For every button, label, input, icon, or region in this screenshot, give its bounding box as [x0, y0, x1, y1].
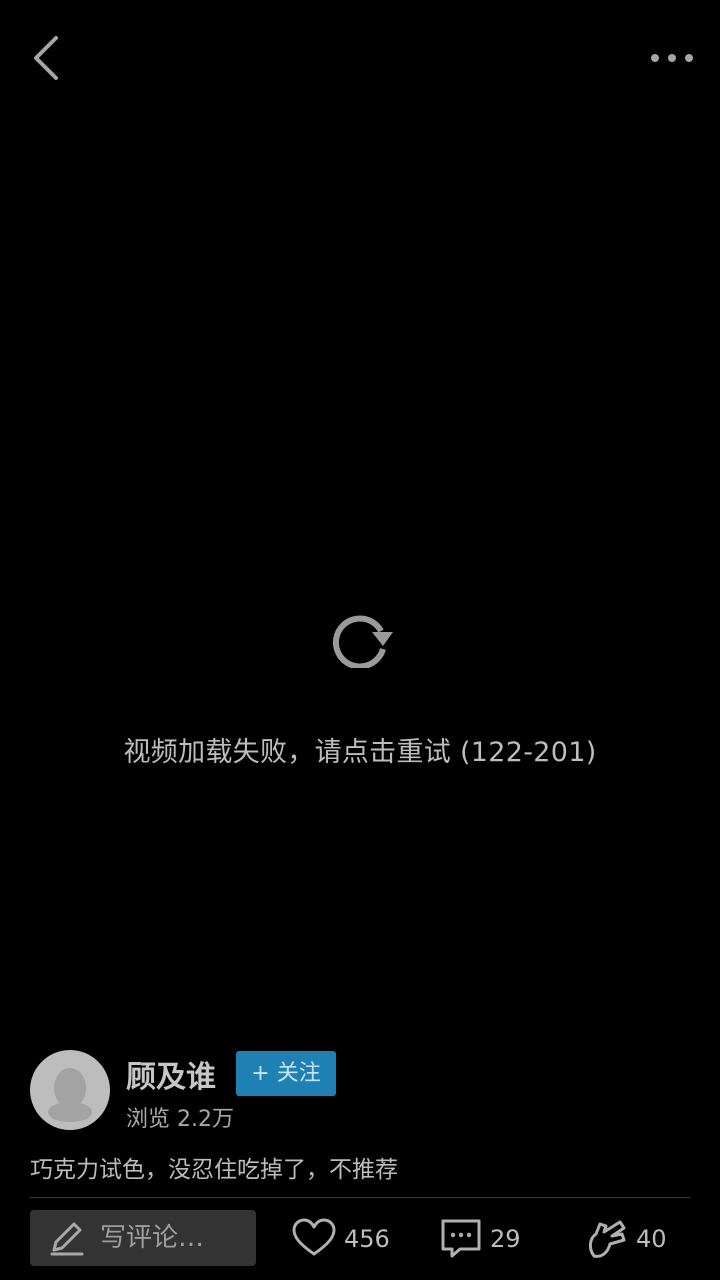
pencil-icon — [50, 1222, 84, 1256]
comment-placeholder: 写评论… — [100, 1223, 205, 1253]
more-horizontal-icon — [651, 54, 693, 62]
comment-bubble-icon — [441, 1219, 481, 1258]
like-button[interactable]: 456 — [292, 1210, 402, 1266]
follow-button[interactable]: + 关注 — [236, 1051, 336, 1096]
view-count: 浏览 2.2万 — [126, 1107, 234, 1132]
comment-count: 29 — [490, 1225, 521, 1253]
more-options-button[interactable] — [640, 36, 704, 80]
chevron-left-icon — [34, 36, 58, 80]
avatar[interactable] — [30, 1050, 110, 1130]
video-error-message[interactable]: 视频加载失败，请点击重试 (122-201) — [0, 730, 720, 769]
refresh-icon — [332, 615, 393, 670]
retry-button[interactable] — [330, 610, 394, 670]
author-name[interactable]: 顾及谁 — [126, 1052, 216, 1096]
post-caption: 巧克力试色，没忍住吃掉了，不推荐 — [30, 1157, 398, 1183]
comment-button[interactable]: 29 — [440, 1210, 530, 1266]
write-comment-input[interactable]: 写评论… — [30, 1210, 256, 1266]
default-avatar-icon — [48, 1068, 92, 1122]
like-count: 456 — [344, 1225, 390, 1253]
divider — [30, 1197, 690, 1198]
back-button[interactable] — [22, 30, 72, 86]
share-button[interactable]: 40 — [586, 1210, 676, 1266]
share-count: 40 — [636, 1225, 667, 1253]
heart-icon — [292, 1218, 336, 1256]
share-icon — [588, 1220, 626, 1258]
